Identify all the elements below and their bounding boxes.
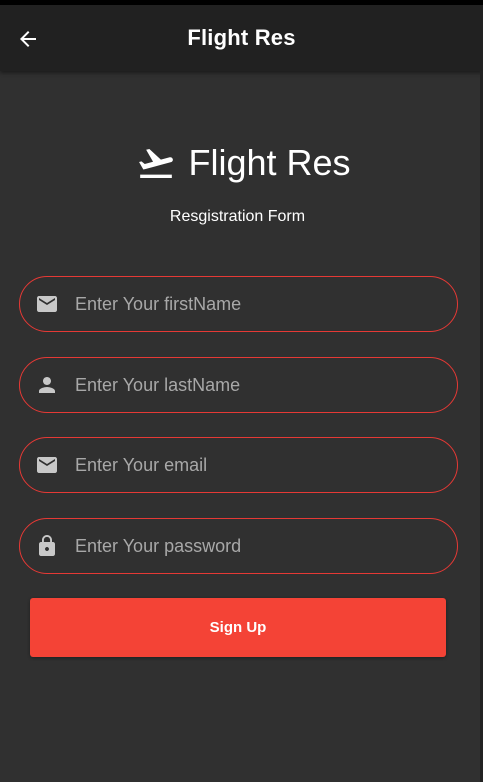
sign-up-button[interactable]: Sign Up [30, 598, 446, 657]
flight-takeoff-icon [139, 148, 174, 178]
back-button[interactable] [14, 25, 42, 53]
app-bar: Flight Res [0, 5, 483, 71]
first-name-field[interactable] [19, 276, 458, 332]
password-input[interactable] [75, 519, 457, 573]
last-name-field[interactable] [19, 357, 458, 413]
password-field[interactable] [19, 518, 458, 574]
last-name-input[interactable] [75, 358, 457, 412]
lock-icon [35, 534, 59, 558]
app-bar-title: Flight Res [187, 25, 296, 50]
mail-icon [35, 292, 59, 316]
arrow-back-icon [20, 31, 36, 47]
mail-icon [35, 453, 59, 477]
logo-text: Flight Res [188, 142, 351, 183]
email-field[interactable] [19, 437, 458, 493]
form-subtitle: Resgistration Form [169, 208, 306, 225]
person-icon [35, 373, 59, 397]
first-name-input[interactable] [75, 277, 457, 331]
logo: Flight Res [0, 140, 483, 186]
email-input[interactable] [75, 438, 457, 492]
